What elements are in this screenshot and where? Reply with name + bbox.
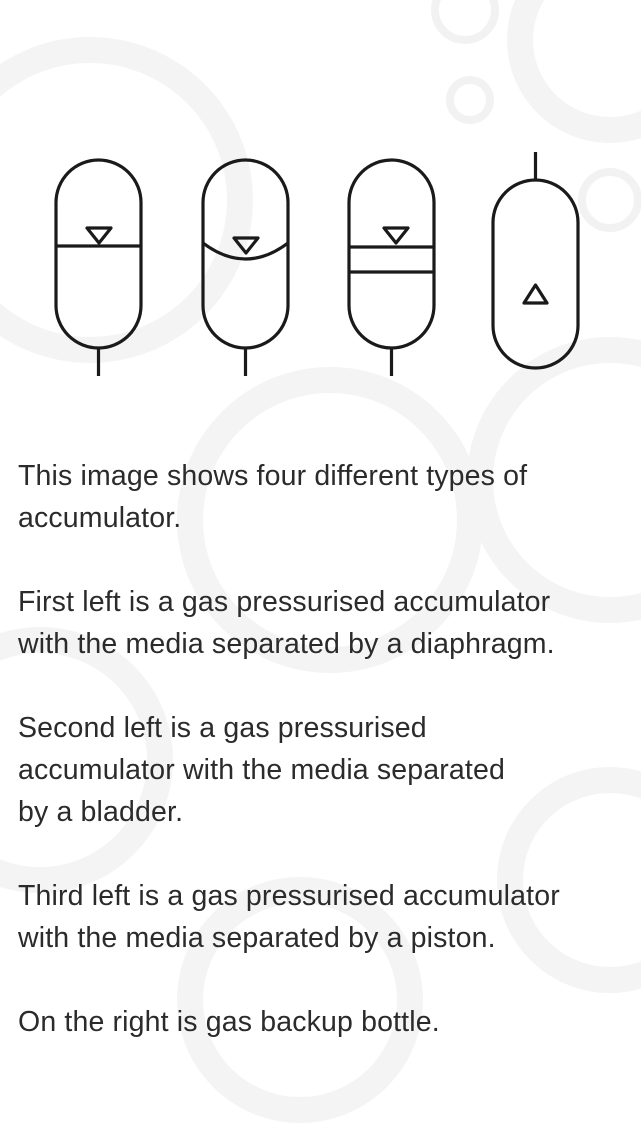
page: This image shows four different types of… [0, 0, 641, 1137]
description-bladder: Second left is a gas pressurised accumul… [18, 712, 505, 828]
gear-icon [431, 0, 499, 44]
gear-icon [446, 76, 494, 124]
diaphragm-accumulator-symbol [54, 158, 143, 376]
description-intro: This image shows four different types of… [18, 460, 528, 534]
description: This image shows four different types of… [18, 455, 628, 1085]
gear-icon [507, 0, 641, 143]
triangle-down-icon [382, 226, 410, 245]
description-diaphragm: First left is a gas pressurised accumula… [18, 586, 555, 660]
triangle-up-icon [522, 283, 549, 305]
description-piston: Third left is a gas pressurised accumula… [18, 880, 560, 954]
triangle-down-icon [85, 226, 113, 245]
gas-backup-bottle-symbol [491, 152, 580, 370]
bladder-accumulator-symbol [201, 158, 290, 376]
accumulator-symbols [54, 152, 580, 376]
triangle-down-icon [232, 236, 260, 255]
piston-accumulator-symbol [347, 158, 436, 376]
description-backup-bottle: On the right is gas backup bottle. [18, 1006, 440, 1038]
